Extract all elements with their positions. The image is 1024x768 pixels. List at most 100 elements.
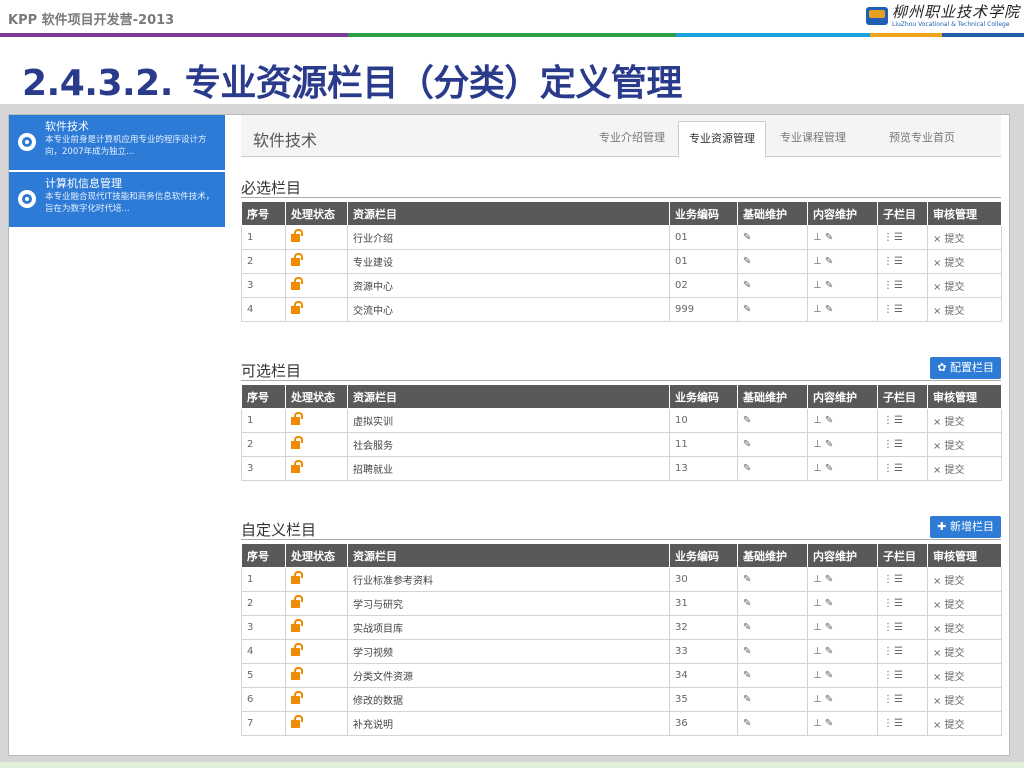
row-number: 4	[241, 297, 286, 322]
unlock-icon[interactable]	[291, 301, 303, 314]
table-header-cell: 业务编码	[669, 384, 738, 409]
unlock-icon[interactable]	[291, 667, 303, 680]
edit-content-icon[interactable]: ⊥ ✎	[807, 687, 878, 712]
column-name: 社会服务	[347, 432, 670, 457]
edit-content-icon[interactable]: ⊥ ✎	[807, 408, 878, 433]
unlock-icon[interactable]	[291, 460, 303, 473]
slide-title: 2.4.3.2. 专业资源栏目（分类）定义管理	[22, 63, 682, 104]
table-header-cell: 基础维护	[737, 384, 808, 409]
edit-content-icon[interactable]: ⊥ ✎	[807, 273, 878, 298]
edit-content-icon[interactable]: ⊥ ✎	[807, 615, 878, 640]
edit-content-icon[interactable]: ⊥ ✎	[807, 432, 878, 457]
table-header-cell: 审核管理	[927, 201, 1002, 226]
tab-preview-home[interactable]: 预览专业首页	[872, 124, 972, 157]
edit-basic-icon[interactable]: ✎	[737, 456, 808, 481]
table-header-cell: 业务编码	[669, 201, 738, 226]
table-row: 2 专业建设 01 ✎ ⊥ ✎ ⋮☰ × 提交	[241, 249, 1002, 274]
submit-review-button[interactable]: × 提交	[927, 297, 1002, 322]
edit-basic-icon[interactable]: ✎	[737, 273, 808, 298]
column-name: 分类文件资源	[347, 663, 670, 688]
submit-review-button[interactable]: × 提交	[927, 663, 1002, 688]
edit-basic-icon[interactable]: ✎	[737, 297, 808, 322]
unlock-icon[interactable]	[291, 643, 303, 656]
sidebar-item-info-mgmt[interactable]: 计算机信息管理 本专业融合现代IT技能和商务信息软件技术，旨在为数字化时代培..…	[9, 172, 225, 228]
submit-review-button[interactable]: × 提交	[927, 456, 1002, 481]
edit-basic-icon[interactable]: ✎	[737, 615, 808, 640]
edit-basic-icon[interactable]: ✎	[737, 591, 808, 616]
bottom-strip	[0, 762, 1024, 768]
subcolumn-list-icon[interactable]: ⋮☰	[877, 639, 928, 664]
sidebar-item-desc: 本专业融合现代IT技能和商务信息软件技术，旨在为数字化时代培...	[45, 192, 215, 214]
add-column-button[interactable]: ✚ 新增栏目	[930, 516, 1001, 538]
edit-content-icon[interactable]: ⊥ ✎	[807, 297, 878, 322]
edit-content-icon[interactable]: ⊥ ✎	[807, 663, 878, 688]
unlock-icon[interactable]	[291, 619, 303, 632]
tab-major-intro[interactable]: 专业介绍管理	[591, 124, 673, 157]
lvtc-logo-icon	[865, 7, 888, 25]
subcolumn-list-icon[interactable]: ⋮☰	[877, 711, 928, 736]
configure-columns-button[interactable]: ✿ 配置栏目	[930, 357, 1001, 379]
edit-basic-icon[interactable]: ✎	[737, 249, 808, 274]
edit-content-icon[interactable]: ⊥ ✎	[807, 456, 878, 481]
edit-basic-icon[interactable]: ✎	[737, 567, 808, 592]
submit-review-button[interactable]: × 提交	[927, 615, 1002, 640]
aperture-icon	[18, 133, 36, 151]
subcolumn-list-icon[interactable]: ⋮☰	[877, 687, 928, 712]
row-number: 2	[241, 432, 286, 457]
submit-review-button[interactable]: × 提交	[927, 711, 1002, 736]
edit-basic-icon[interactable]: ✎	[737, 225, 808, 250]
unlock-icon[interactable]	[291, 277, 303, 290]
subcolumn-list-icon[interactable]: ⋮☰	[877, 273, 928, 298]
edit-content-icon[interactable]: ⊥ ✎	[807, 639, 878, 664]
edit-basic-icon[interactable]: ✎	[737, 711, 808, 736]
unlock-icon[interactable]	[291, 412, 303, 425]
tab-major-courses[interactable]: 专业课程管理	[772, 124, 854, 157]
edit-basic-icon[interactable]: ✎	[737, 432, 808, 457]
edit-content-icon[interactable]: ⊥ ✎	[807, 591, 878, 616]
submit-review-button[interactable]: × 提交	[927, 687, 1002, 712]
submit-review-button[interactable]: × 提交	[927, 567, 1002, 592]
edit-basic-icon[interactable]: ✎	[737, 408, 808, 433]
sidebar-item-software[interactable]: 软件技术 本专业前身是计算机应用专业的程序设计方向，2007年成为独立...	[9, 115, 225, 171]
subcolumn-list-icon[interactable]: ⋮☰	[877, 432, 928, 457]
column-name: 招聘就业	[347, 456, 670, 481]
submit-review-button[interactable]: × 提交	[927, 591, 1002, 616]
unlock-icon[interactable]	[291, 436, 303, 449]
submit-review-button[interactable]: × 提交	[927, 408, 1002, 433]
submit-review-button[interactable]: × 提交	[927, 249, 1002, 274]
subcolumn-list-icon[interactable]: ⋮☰	[877, 591, 928, 616]
subcolumn-list-icon[interactable]: ⋮☰	[877, 615, 928, 640]
edit-content-icon[interactable]: ⊥ ✎	[807, 711, 878, 736]
edit-basic-icon[interactable]: ✎	[737, 639, 808, 664]
edit-basic-icon[interactable]: ✎	[737, 687, 808, 712]
subcolumn-list-icon[interactable]: ⋮☰	[877, 297, 928, 322]
submit-review-button[interactable]: × 提交	[927, 225, 1002, 250]
unlock-icon[interactable]	[291, 229, 303, 242]
section-divider	[241, 539, 1001, 540]
submit-review-button[interactable]: × 提交	[927, 432, 1002, 457]
submit-review-button[interactable]: × 提交	[927, 273, 1002, 298]
unlock-icon[interactable]	[291, 253, 303, 266]
subcolumn-list-icon[interactable]: ⋮☰	[877, 408, 928, 433]
unlock-icon[interactable]	[291, 691, 303, 704]
subcolumn-list-icon[interactable]: ⋮☰	[877, 567, 928, 592]
subcolumn-list-icon[interactable]: ⋮☰	[877, 456, 928, 481]
unlock-icon[interactable]	[291, 595, 303, 608]
submit-review-button[interactable]: × 提交	[927, 639, 1002, 664]
status-cell	[285, 687, 348, 712]
edit-basic-icon[interactable]: ✎	[737, 663, 808, 688]
subcolumn-list-icon[interactable]: ⋮☰	[877, 663, 928, 688]
edit-content-icon[interactable]: ⊥ ✎	[807, 567, 878, 592]
column-table: 序号 处理状态 资源栏目 业务编码 基础维护 内容维护 子栏目 审核管理 1 行业标准参考资料 30…	[241, 543, 1002, 736]
subcolumn-list-icon[interactable]: ⋮☰	[877, 225, 928, 250]
unlock-icon[interactable]	[291, 715, 303, 728]
status-cell	[285, 273, 348, 298]
edit-content-icon[interactable]: ⊥ ✎	[807, 249, 878, 274]
table-header-cell: 资源栏目	[347, 384, 670, 409]
unlock-icon[interactable]	[291, 571, 303, 584]
subcolumn-list-icon[interactable]: ⋮☰	[877, 249, 928, 274]
edit-content-icon[interactable]: ⊥ ✎	[807, 225, 878, 250]
row-number: 4	[241, 639, 286, 664]
tab-major-resources[interactable]: 专业资源管理	[678, 121, 766, 158]
row-number: 3	[241, 273, 286, 298]
